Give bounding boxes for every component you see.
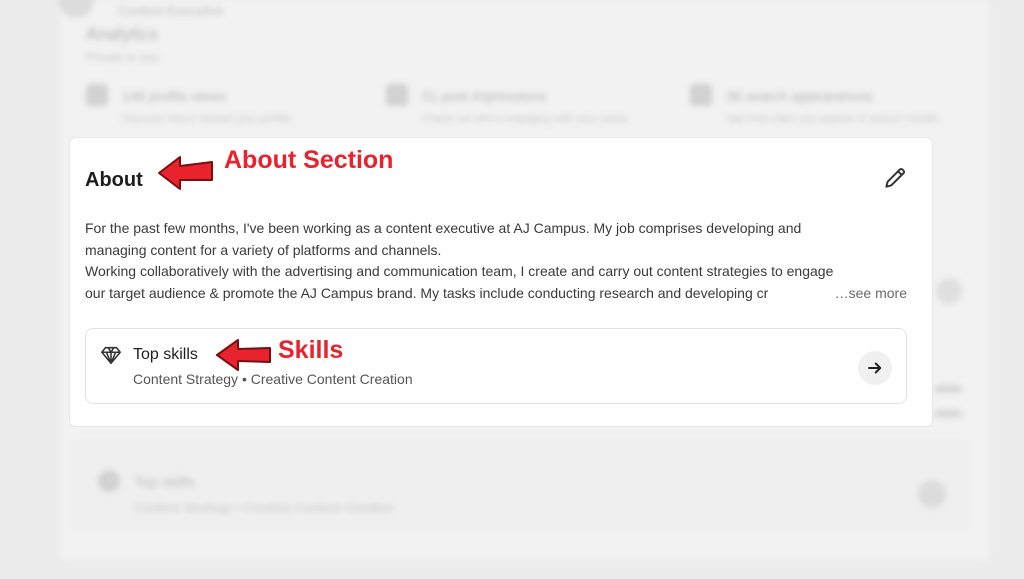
top-skills-list: Content Strategy • Creative Content Crea…	[133, 371, 413, 387]
background-edit-icon	[936, 278, 962, 304]
background-analytics-title: Analytics	[86, 24, 159, 44]
people-icon	[86, 84, 108, 106]
background-analytics-sub: Private to you	[86, 50, 160, 64]
about-description: For the past few months, I've been worki…	[85, 218, 907, 304]
about-annotation-label: About Section	[224, 146, 394, 174]
background-stat-title: 51 post impressions	[422, 88, 547, 104]
background-line	[934, 410, 962, 418]
pencil-icon[interactable]	[882, 165, 908, 191]
see-more-link[interactable]: …see more	[830, 282, 907, 304]
diamond-icon	[100, 344, 122, 366]
arrow-right-icon[interactable]	[858, 351, 892, 385]
background-skills-title: Top skills	[134, 474, 195, 491]
about-annotation-arrow	[158, 156, 213, 190]
background-stat-sub: See how often you appear in search resul…	[726, 113, 941, 125]
background-skills-card	[70, 440, 970, 530]
search-icon	[690, 84, 712, 106]
background-header-name: Content Executive	[118, 3, 224, 18]
diamond-icon	[98, 470, 120, 492]
background-stat-sub: Check out who's engaging with your posts…	[422, 113, 631, 125]
about-title: About	[85, 169, 143, 191]
skills-annotation-label: Skills	[278, 336, 344, 364]
background-arrow-button	[918, 480, 946, 508]
background-stat-sub: Discover who's viewed your profile.	[122, 113, 294, 125]
about-line: For the past few months, I've been worki…	[85, 220, 802, 236]
top-skills-title: Top skills	[133, 346, 198, 363]
about-line: managing content for a variety of platfo…	[85, 241, 442, 258]
about-line: our target audience & promote the AJ Cam…	[85, 284, 769, 301]
skills-annotation-arrow	[216, 339, 271, 371]
about-line: Working collaboratively with the adverti…	[85, 263, 834, 279]
background-line	[934, 385, 962, 393]
background-stat-title: 146 profile views	[122, 88, 227, 104]
background-skills-list: Content Strategy • Creative Content Crea…	[134, 500, 394, 515]
top-skills-box[interactable]: Top skills Content Strategy • Creative C…	[85, 328, 907, 404]
chart-icon	[386, 84, 408, 106]
background-stat-title: 36 search appearances	[726, 88, 873, 104]
